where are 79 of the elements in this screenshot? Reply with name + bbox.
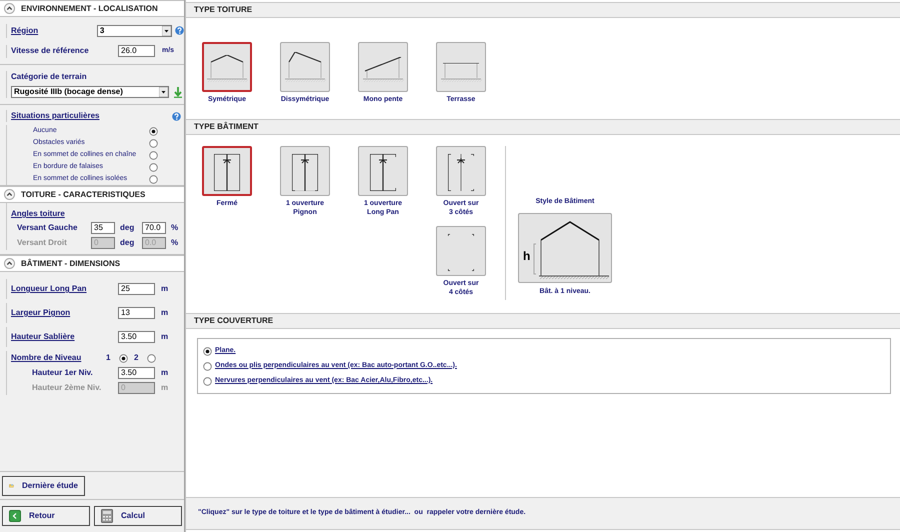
retour-button[interactable]: Retour: [2, 506, 90, 526]
section-header[interactable]: TOITURE - CARACTERISTIQUES: [0, 186, 184, 203]
radio-button[interactable]: [147, 354, 156, 362]
height-label: h: [523, 250, 530, 262]
section-title: ENVIRONNEMENT - LOCALISATION: [21, 2, 158, 14]
unit-label: %: [171, 222, 178, 234]
radio-button[interactable]: [203, 376, 212, 386]
section-header: TYPE TOITURE: [186, 2, 900, 18]
input-field[interactable]: 25: [118, 283, 155, 295]
unit-label: m: [161, 307, 168, 319]
section-title: BÂTIMENT - DIMENSIONS: [21, 258, 120, 270]
field-label[interactable]: Situations particulières: [11, 110, 100, 122]
option-tile[interactable]: [280, 146, 330, 196]
unit-label: m: [161, 283, 168, 295]
option-tile[interactable]: [436, 146, 486, 196]
caret-icon: [162, 26, 171, 36]
unit-label: deg: [120, 222, 136, 234]
radio-button[interactable]: [149, 174, 158, 184]
roof-drawing: [284, 52, 326, 82]
terrain-dropdown[interactable]: Rugosité IIIb (bocage dense): [11, 86, 169, 98]
input-field[interactable]: 13: [118, 307, 155, 319]
floor-plan-drawing: [292, 154, 318, 190]
radio-button[interactable]: [149, 126, 158, 136]
option-label: 1: [106, 352, 112, 364]
radio-button[interactable]: [149, 150, 158, 160]
section-header: TYPE COUVERTURE: [186, 313, 900, 329]
option-tile[interactable]: [436, 42, 486, 92]
field-label: Catégorie de terrain: [11, 71, 88, 83]
radio-button[interactable]: [203, 362, 212, 370]
field-label: Hauteur 1er Niv.: [31, 367, 94, 379]
option-label: 2: [134, 352, 140, 364]
floor-plan-drawing: [370, 154, 396, 190]
option-tile[interactable]: [280, 42, 330, 92]
field-label[interactable]: Hauteur Sablière: [11, 331, 118, 343]
section-header[interactable]: ENVIRONNEMENT - LOCALISATION: [0, 0, 184, 17]
field-label: Versant Droit: [16, 236, 68, 248]
option-tile[interactable]: [358, 146, 408, 196]
option-tile[interactable]: [202, 146, 252, 196]
unit-label: deg: [120, 236, 136, 248]
unit-label: m: [161, 367, 168, 379]
field-label[interactable]: Région: [11, 24, 97, 37]
field-label[interactable]: Angles toiture: [11, 208, 184, 220]
caret-icon: [159, 87, 168, 97]
field-label: Vitesse de référence: [11, 45, 90, 58]
section-title: TOITURE - CARACTERISTIQUES: [21, 188, 146, 200]
input-field[interactable]: 35: [91, 222, 115, 234]
option-tile[interactable]: [202, 42, 252, 92]
unit-label: %: [171, 236, 178, 248]
calcul-button[interactable]: Calcul: [94, 506, 182, 526]
field-label[interactable]: Nombre de Niveau: [11, 352, 106, 364]
calculator-icon: [101, 509, 113, 523]
derniere-button[interactable]: Dernière étude: [2, 476, 85, 496]
roof-drawing: [362, 56, 404, 82]
help-icon: [172, 112, 181, 120]
region-dropdown[interactable]: 3: [96, 24, 172, 37]
input-field[interactable]: 3.50: [118, 331, 155, 343]
field-label: Versant Gauche: [16, 222, 78, 234]
input-field[interactable]: 26.0: [118, 45, 155, 58]
floor-plan-drawing: [448, 234, 474, 270]
radio-button[interactable]: [203, 346, 212, 356]
unit-label: m: [161, 331, 168, 343]
option-tile[interactable]: [358, 42, 408, 92]
field-label: Hauteur 2ème Niv.: [31, 382, 102, 394]
floor-plan-drawing: [448, 154, 474, 190]
section-header[interactable]: BÂTIMENT - DIMENSIONS: [0, 255, 184, 272]
field-label[interactable]: Largeur Pignon: [11, 307, 118, 319]
floor-plan-drawing: [214, 154, 240, 190]
radio-button[interactable]: [119, 354, 128, 362]
roof-drawing: [206, 54, 248, 82]
field-label[interactable]: Longueur Long Pan: [11, 283, 118, 295]
input-field[interactable]: 3.50: [118, 367, 155, 379]
radio-button[interactable]: [149, 162, 158, 172]
option-tile[interactable]: [436, 226, 486, 276]
input-field[interactable]: 70.0: [142, 222, 166, 234]
unit-label: m: [161, 382, 168, 394]
radio-button[interactable]: [149, 138, 158, 148]
section-header: TYPE BÂTIMENT: [186, 119, 900, 135]
roof-drawing: [440, 62, 482, 82]
arrow-down-icon: [173, 86, 183, 98]
